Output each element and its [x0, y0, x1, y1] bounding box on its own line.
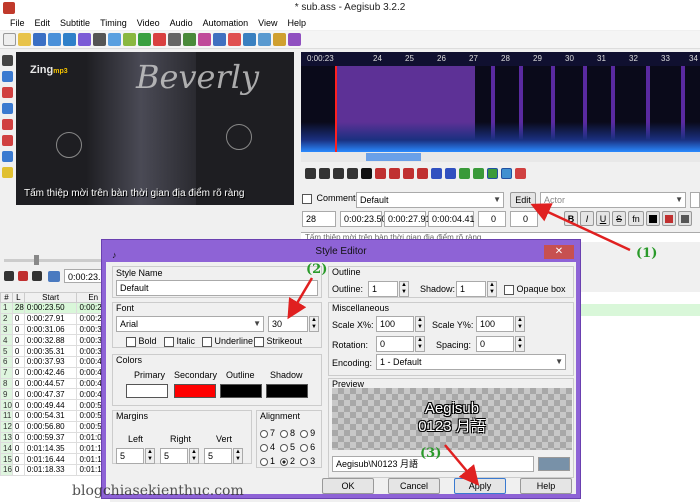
- watermark: blogchiasekienthuc.com: [72, 483, 244, 499]
- arrow-3: [444, 444, 480, 486]
- arrow-1: [530, 203, 631, 252]
- annotation-2: (2): [306, 262, 328, 277]
- annotation-arrows: [287, 203, 631, 486]
- arrow-2: [287, 277, 314, 320]
- annotation-1: (1): [636, 246, 658, 261]
- annotation-3: (3): [420, 446, 442, 461]
